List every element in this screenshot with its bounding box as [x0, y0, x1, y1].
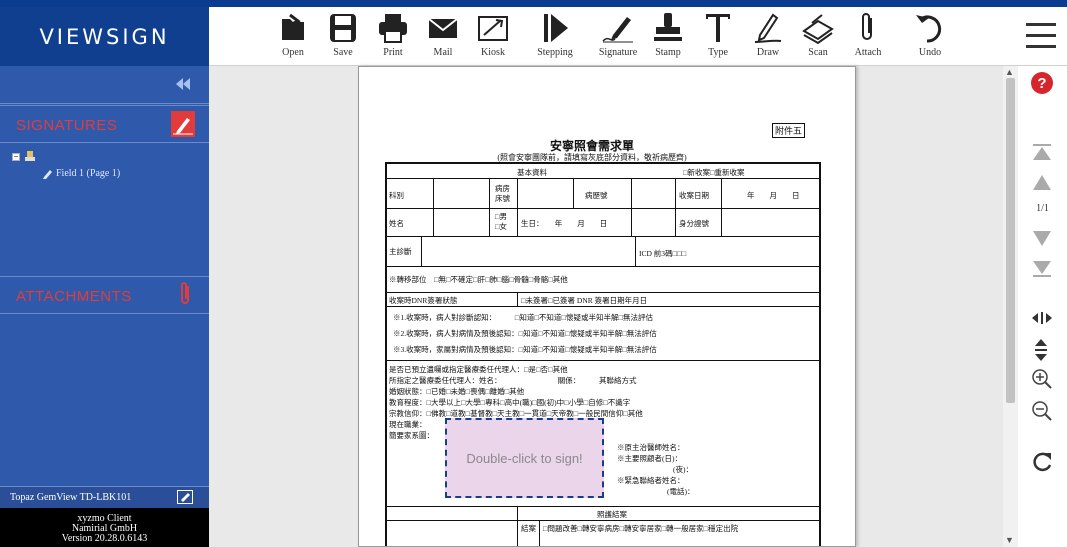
kiosk-button[interactable]: Kiosk: [468, 9, 518, 65]
version-line-3: Version 20.28.0.6143: [61, 533, 148, 544]
main-toolbar: Open Save Print Mail Kiosk Stepping Sign…: [209, 7, 1067, 66]
stamp-button[interactable]: Stamp: [643, 9, 693, 65]
tree-root[interactable]: −: [12, 150, 120, 164]
document-stamp-icon: [25, 151, 35, 161]
annex-label: 附件五: [772, 123, 806, 138]
signature-pad-row[interactable]: Topaz GemView TD-LBK101: [0, 486, 209, 508]
viewsign-logo: VIEWSIGN: [0, 7, 209, 66]
signature-tree: − Field 1 (Page 1): [12, 150, 120, 179]
scroll-down-icon[interactable]: ▼: [1005, 535, 1014, 545]
print-icon: [379, 14, 407, 43]
scroll-thumb[interactable]: [1006, 78, 1015, 403]
top-stripe: [0, 0, 1067, 7]
svg-text:?: ?: [1037, 75, 1046, 92]
scan-button[interactable]: Scan: [793, 9, 843, 65]
save-icon: [330, 14, 356, 42]
request-form: 基本資料 □新收案□重新收案 科別 病房 床號 病歷號 收案日期 年 月 日 姓…: [385, 162, 821, 546]
open-icon: [282, 13, 304, 40]
type-icon: [706, 14, 730, 42]
rotate-icon[interactable]: [1031, 450, 1053, 477]
hamburger-icon: [1026, 23, 1056, 48]
attachments-title: ATTACHMENTS: [16, 288, 132, 305]
stepping-icon: [544, 14, 568, 42]
tree-expander-icon[interactable]: −: [12, 153, 20, 161]
paperclip-icon[interactable]: [175, 281, 195, 314]
last-page-icon[interactable]: [1031, 259, 1053, 284]
field-pen-icon: [43, 170, 52, 179]
draw-icon: [754, 13, 782, 43]
signature-button[interactable]: Signature: [593, 9, 643, 65]
attachments-section-header[interactable]: ATTACHMENTS: [0, 276, 209, 314]
logo-text: VIEWSIGN: [39, 24, 170, 49]
fit-height-icon[interactable]: [1033, 338, 1049, 367]
print-button[interactable]: Print: [368, 9, 418, 65]
section-basic-label: 基本資料: [517, 168, 547, 177]
open-button[interactable]: Open: [268, 9, 318, 65]
next-page-icon[interactable]: [1031, 229, 1053, 252]
document-page[interactable]: 附件五 安寧照會需求單 (照會安寧團隊前，請填寫灰底部分資料，敬祈病歷齊) 基本…: [358, 66, 856, 547]
zoom-in-icon[interactable]: [1031, 368, 1053, 395]
hamburger-menu-button[interactable]: [1025, 21, 1057, 51]
version-info: xyzmo Client Namirial GmbH Version 20.28…: [0, 508, 209, 547]
help-icon[interactable]: ?: [1030, 71, 1054, 100]
sidebar: SIGNATURES − Field 1 (Page 1) ATTACHMENT…: [0, 66, 209, 547]
stamp-icon: [654, 13, 682, 41]
collapse-sidebar-icon[interactable]: [175, 77, 191, 96]
undo-icon: [916, 15, 942, 43]
sidebar-collapse-row: [0, 66, 209, 104]
signatures-title: SIGNATURES: [16, 117, 118, 134]
vertical-scrollbar[interactable]: ▲ ▼: [1003, 66, 1018, 547]
save-button[interactable]: Save: [318, 9, 368, 65]
zoom-out-icon[interactable]: [1031, 400, 1053, 427]
signature-pen-icon[interactable]: [171, 111, 195, 142]
signature-pad-icon[interactable]: [177, 490, 193, 509]
mail-button[interactable]: Mail: [418, 9, 468, 65]
previous-page-icon[interactable]: [1031, 174, 1053, 197]
signature-field-prompt: Double-click to sign!: [466, 450, 583, 466]
document-viewer[interactable]: 附件五 安寧照會需求單 (照會安寧團隊前，請填寫灰底部分資料，敬祈病歷齊) 基本…: [209, 66, 1003, 547]
draw-button[interactable]: Draw: [743, 9, 793, 65]
page-count: 1/1: [1036, 203, 1049, 214]
first-page-icon[interactable]: [1031, 143, 1053, 168]
attach-button[interactable]: Attach: [843, 9, 893, 65]
signature-field[interactable]: Double-click to sign!: [445, 418, 604, 498]
type-button[interactable]: Type: [693, 9, 743, 65]
scroll-up-icon[interactable]: ▲: [1005, 67, 1014, 77]
new-case-options: □新收案□重新收案: [683, 168, 745, 177]
attach-icon: [862, 13, 872, 40]
scan-icon: [802, 14, 834, 45]
signature-pad-label: Topaz GemView TD-LBK101: [10, 492, 132, 503]
mail-icon: [428, 18, 458, 38]
page-navigation-panel: ? 1/1: [1018, 66, 1067, 547]
undo-button[interactable]: Undo: [905, 9, 955, 65]
tree-field-item[interactable]: Field 1 (Page 1): [42, 168, 120, 179]
kiosk-icon: [478, 16, 508, 41]
stepping-button[interactable]: Stepping: [530, 9, 580, 65]
signature-icon: [602, 17, 633, 43]
field-item-label: Field 1 (Page 1): [56, 168, 121, 179]
signatures-section-header[interactable]: SIGNATURES: [0, 105, 209, 143]
fit-width-icon[interactable]: [1031, 311, 1053, 330]
